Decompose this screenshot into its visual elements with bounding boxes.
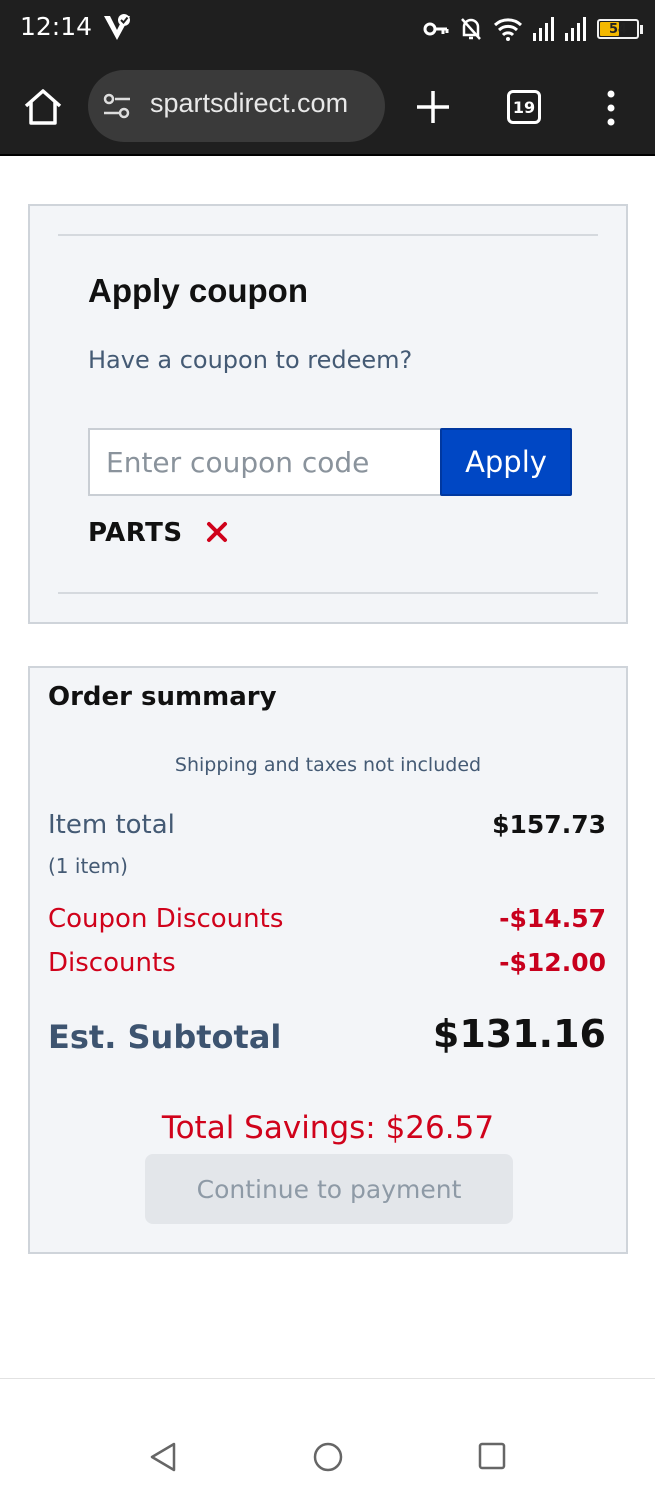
tab-switcher-button[interactable]: 19 [507, 90, 541, 124]
app-notification-icon [104, 14, 130, 40]
wifi-icon [493, 18, 523, 41]
battery-icon: 54 [597, 19, 643, 39]
continue-to-payment-button[interactable]: Continue to payment [145, 1154, 513, 1224]
applied-coupon-code: PARTS [88, 518, 183, 548]
notifications-off-icon [461, 18, 481, 40]
total-savings: Total Savings: $26.57 [161, 1110, 495, 1146]
home-circle-icon[interactable] [312, 1441, 344, 1473]
site-settings-icon[interactable] [102, 92, 132, 120]
coupon-discounts-label: Coupon Discounts [48, 904, 284, 934]
battery-tip [640, 25, 643, 34]
subtotal-label: Est. Subtotal [48, 1018, 282, 1056]
coupon-title: Apply coupon [88, 272, 308, 309]
recent-apps-icon[interactable] [478, 1442, 506, 1470]
browser-toolbar: spartsdirect.com 19 [0, 58, 655, 156]
item-total-label: Item total [48, 810, 175, 840]
home-icon[interactable] [22, 86, 64, 128]
back-icon[interactable] [148, 1441, 178, 1473]
divider [58, 234, 598, 236]
signal-icon [533, 17, 554, 41]
new-tab-icon[interactable] [414, 88, 452, 126]
coupon-code-input[interactable] [88, 428, 444, 496]
more-options-icon[interactable] [600, 88, 622, 128]
url-text[interactable]: spartsdirect.com [150, 88, 348, 119]
shipping-note: Shipping and taxes not included [174, 754, 482, 776]
discounts-value: -$12.00 [499, 948, 606, 977]
vpn-key-icon [423, 22, 449, 36]
signal-icon [565, 17, 586, 41]
item-total-value: $157.73 [492, 810, 606, 839]
battery-level: 54 [608, 21, 628, 37]
tab-count: 19 [512, 97, 536, 117]
discounts-label: Discounts [48, 948, 176, 978]
divider [58, 592, 598, 594]
item-count: (1 item) [48, 854, 128, 878]
coupon-subtitle: Have a coupon to redeem? [88, 346, 413, 374]
status-bar: 12:14 54 [0, 0, 655, 58]
coupon-card: Apply coupon Have a coupon to redeem? Ap… [28, 204, 628, 624]
address-bar[interactable]: spartsdirect.com [88, 70, 385, 142]
apply-coupon-button[interactable]: Apply [440, 428, 572, 496]
order-summary-card: Order summary Shipping and taxes not inc… [28, 666, 628, 1254]
remove-coupon-icon[interactable] [205, 520, 229, 544]
status-icons: 54 [423, 12, 643, 46]
order-summary-title: Order summary [48, 682, 277, 712]
subtotal-value: $131.16 [432, 1012, 606, 1056]
coupon-discounts-value: -$14.57 [499, 904, 606, 933]
status-time: 12:14 [20, 12, 93, 41]
system-nav-bar [0, 1378, 655, 1500]
